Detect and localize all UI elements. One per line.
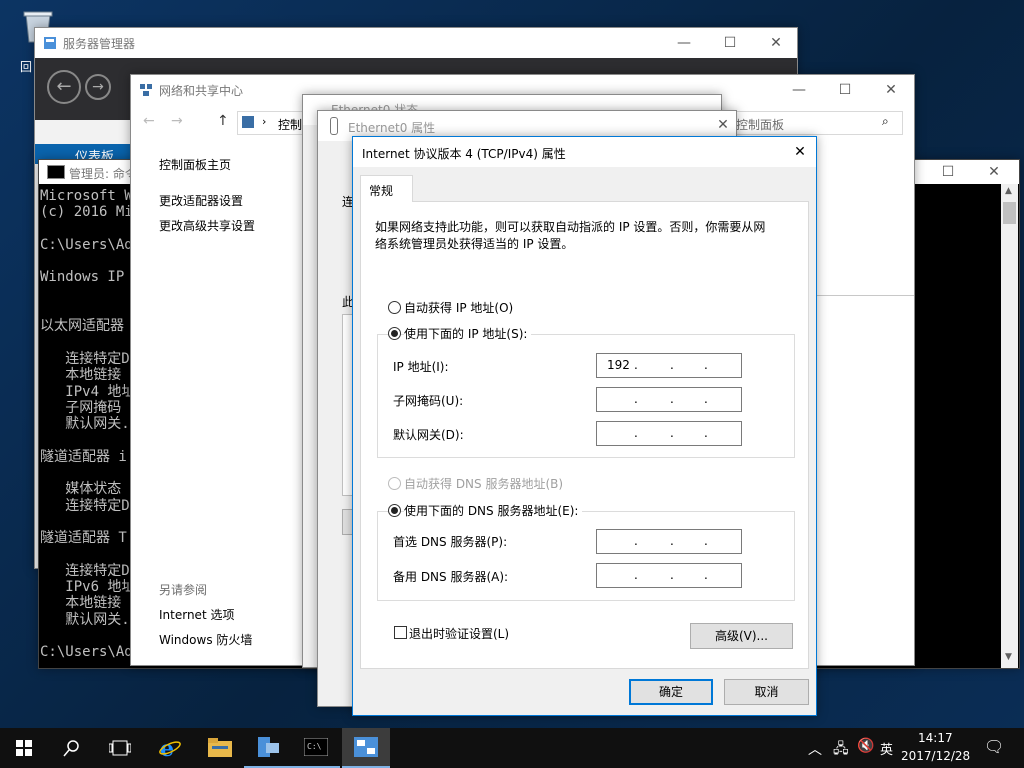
- breadcrumb[interactable]: 控制: [278, 116, 302, 133]
- preferred-dns-field[interactable]: . . .: [596, 529, 742, 554]
- sidebar-link-adapter[interactable]: 更改适配器设置: [159, 192, 243, 209]
- gateway-field[interactable]: . . .: [596, 421, 742, 446]
- minimize-button[interactable]: —: [661, 28, 707, 58]
- search-icon[interactable]: [48, 728, 96, 768]
- manual-ip-radio[interactable]: [388, 327, 401, 340]
- advanced-button[interactable]: 高级(V)...: [690, 623, 793, 649]
- manual-ip-label[interactable]: 使用下面的 IP 地址(S):: [404, 325, 532, 342]
- see-also-internet-options[interactable]: Internet 选项: [159, 606, 234, 623]
- validate-label[interactable]: 退出时验证设置(L): [409, 625, 509, 642]
- server-manager-icon: [43, 36, 57, 50]
- ipv4-dialog[interactable]: Internet 协议版本 4 (TCP/IPv4) 属性 ✕ 常规 如果网络支…: [352, 136, 817, 716]
- scroll-down-icon[interactable]: ▼: [1005, 652, 1012, 662]
- taskbar: e C:\ ︿ 🖧 🔇 英 14:17 2017/12/28 🗨: [0, 728, 1024, 768]
- manual-dns-radio[interactable]: [388, 504, 401, 517]
- ip-address-field[interactable]: 192 . . .: [596, 353, 742, 378]
- ip-address-label: IP 地址(I):: [393, 360, 449, 374]
- subnet-field[interactable]: . . .: [596, 387, 742, 412]
- ie-icon[interactable]: e: [146, 728, 194, 768]
- recycle-bin-label: 回: [20, 60, 33, 74]
- back-icon[interactable]: ←: [47, 70, 81, 104]
- see-also-title: 另请参阅: [159, 583, 208, 597]
- nav-back-icon[interactable]: ←: [143, 113, 155, 129]
- ethernet-props-icon: [330, 117, 338, 135]
- close-button[interactable]: ✕: [753, 28, 797, 58]
- network-icon: [139, 83, 153, 97]
- cmd-close-button[interactable]: ✕: [971, 160, 1017, 184]
- nav-forward-icon[interactable]: →: [171, 113, 183, 129]
- windows-start-icon[interactable]: [0, 728, 48, 768]
- preferred-dns-label: 首选 DNS 服务器(P):: [393, 535, 508, 549]
- validate-checkbox[interactable]: [394, 626, 407, 639]
- manual-dns-label[interactable]: 使用下面的 DNS 服务器地址(E):: [404, 502, 583, 519]
- network-tray-icon[interactable]: 🖧: [833, 738, 849, 762]
- chevron-up-icon[interactable]: ︿: [808, 739, 822, 759]
- subnet-label: 子网掩码(U):: [393, 394, 464, 408]
- search-box[interactable]: 控制面板 ⌕: [727, 111, 903, 135]
- ipv4-tab-label: 常规: [369, 184, 394, 198]
- gateway-label: 默认网关(D):: [393, 428, 464, 442]
- server-manager-titlebar[interactable]: 服务器管理器 — ☐ ✕: [35, 28, 797, 58]
- cancel-button[interactable]: 取消: [724, 679, 809, 705]
- auto-dns-radio[interactable]: [388, 477, 401, 490]
- cmd-taskbar-icon[interactable]: C:\: [292, 728, 340, 768]
- file-explorer-icon[interactable]: [196, 728, 244, 768]
- notification-icon[interactable]: 🗨: [984, 737, 1004, 756]
- scroll-up-icon[interactable]: ▲: [1005, 186, 1012, 196]
- search-icon[interactable]: ⌕: [882, 114, 889, 129]
- ethernet-props-title: Ethernet0 属性: [348, 121, 436, 135]
- cmd-maximize-button[interactable]: ☐: [925, 160, 971, 184]
- task-view-icon[interactable]: [96, 728, 144, 768]
- network-maximize-button[interactable]: ☐: [822, 75, 868, 105]
- clock-date[interactable]: 2017/12/28: [901, 749, 970, 763]
- address-network-icon: [242, 116, 254, 128]
- auto-ip-radio[interactable]: [388, 301, 401, 314]
- alternate-dns-label: 备用 DNS 服务器(A):: [393, 570, 509, 584]
- cmd-scrollbar[interactable]: ▲ ▼: [1001, 184, 1018, 668]
- ipv4-title: Internet 协议版本 4 (TCP/IPv4) 属性: [362, 147, 566, 161]
- ethernet-props-close-button[interactable]: ✕: [700, 111, 736, 139]
- ipv4-tab-general[interactable]: 常规: [360, 175, 413, 202]
- alternate-dns-field[interactable]: . . .: [596, 563, 742, 588]
- ipv4-close-button[interactable]: ✕: [777, 137, 816, 167]
- auto-dns-label[interactable]: 自动获得 DNS 服务器地址(B): [404, 475, 563, 492]
- content-divider: [817, 295, 914, 296]
- volume-muted-icon[interactable]: 🔇: [857, 738, 874, 754]
- address-chevron-icon: ›: [262, 115, 267, 128]
- clock-time[interactable]: 14:17: [918, 731, 953, 745]
- see-also-firewall[interactable]: Windows 防火墙: [159, 631, 252, 648]
- ipv4-titlebar[interactable]: Internet 协议版本 4 (TCP/IPv4) 属性 ✕: [353, 137, 816, 167]
- search-input[interactable]: 控制面板: [736, 116, 784, 133]
- svg-text:C:\: C:\: [307, 742, 322, 751]
- auto-ip-label[interactable]: 自动获得 IP 地址(O): [404, 299, 513, 316]
- scroll-thumb[interactable]: [1003, 202, 1016, 224]
- ipv4-description: 如果网络支持此功能，则可以获取自动指派的 IP 设置。否则，你需要从网络系统管理…: [375, 220, 766, 251]
- network-taskbar-icon[interactable]: [342, 728, 390, 768]
- ipv4-tab-panel: 如果网络支持此功能，则可以获取自动指派的 IP 设置。否则，你需要从网络系统管理…: [360, 201, 809, 669]
- maximize-button[interactable]: ☐: [707, 28, 753, 58]
- ok-button[interactable]: 确定: [629, 679, 713, 705]
- cmd-title: 管理员: 命令: [69, 167, 137, 181]
- desktop: 回 服务器管理器 — ☐ ✕ ← → 仪表板 管理员: 命令 ☐ ✕ Micro…: [0, 0, 1024, 728]
- network-center-title: 网络和共享中心: [159, 84, 244, 98]
- server-manager-title: 服务器管理器: [63, 37, 136, 51]
- network-close-button[interactable]: ✕: [868, 75, 914, 105]
- ime-indicator[interactable]: 英: [880, 739, 893, 758]
- cmd-icon: [47, 165, 65, 179]
- server-manager-taskbar-icon[interactable]: [244, 728, 292, 768]
- sidebar-link-home[interactable]: 控制面板主页: [159, 156, 231, 173]
- nav-up-icon[interactable]: ↑: [217, 113, 229, 129]
- network-minimize-button[interactable]: —: [776, 75, 822, 105]
- forward-icon[interactable]: →: [85, 74, 111, 100]
- sidebar-link-sharing[interactable]: 更改高级共享设置: [159, 217, 255, 234]
